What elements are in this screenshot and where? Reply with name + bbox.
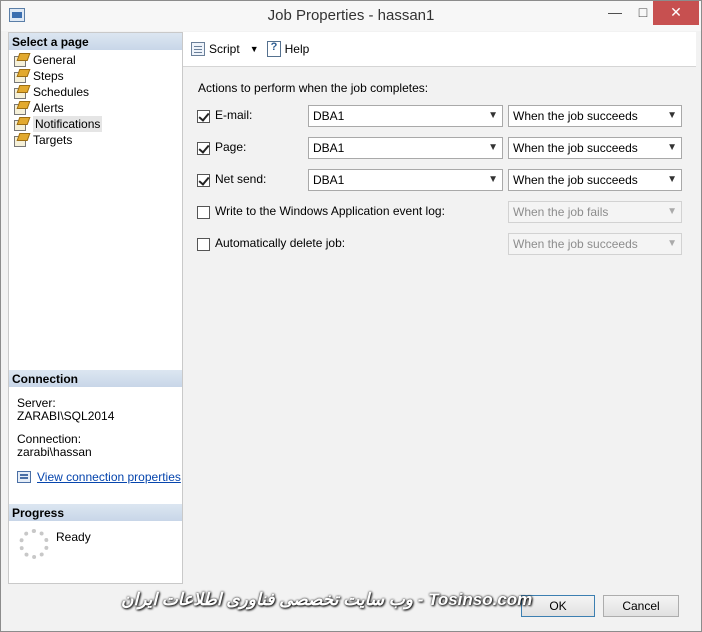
button-bar: OK Cancel وب سایت تخصصی فناوری اطلاعات ا… [1,584,701,631]
page-icon [13,133,29,147]
page-operator-value: DBA1 [313,141,345,155]
page-condition-value: When the job succeeds [513,141,638,155]
net-send-operator-value: DBA1 [313,173,345,187]
event-log-condition-select: When the job fails ▼ [508,201,682,223]
help-icon [266,41,281,57]
view-connection-row: View connection properties [17,470,181,484]
page-icon [13,85,29,99]
minimize-button[interactable]: — [601,1,629,25]
window-title: Job Properties - hassan1 [267,7,435,24]
chevron-down-icon: ▼ [667,110,677,121]
net-send-label: Net send: [215,172,267,186]
title-bar[interactable]: Job Properties - hassan1 — □ ✕ [1,1,701,31]
notifications-content: Actions to perform when the job complete… [183,68,696,584]
net-send-checkbox[interactable] [197,174,210,187]
connection-heading: Connection [9,370,182,387]
email-operator-select[interactable]: DBA1 ▼ [308,105,503,127]
delete-job-checkbox[interactable] [197,238,210,251]
page-icon [13,117,29,131]
event-log-checkbox[interactable] [197,206,210,219]
chevron-down-icon: ▼ [667,142,677,153]
script-button[interactable]: Script ▼ [191,42,259,56]
event-log-condition-value: When the job fails [513,205,609,219]
email-condition-value: When the job succeeds [513,109,638,123]
page-item-label: Alerts [33,101,64,115]
delete-job-row: Automatically delete job: When the job s… [195,233,685,257]
page-item-general[interactable]: General [13,52,181,68]
script-label: Script [209,42,240,56]
event-log-label: Write to the Windows Application event l… [215,204,445,218]
email-row: E-mail: DBA1 ▼ When the job succeeds ▼ [195,105,685,129]
net-send-condition-select[interactable]: When the job succeeds ▼ [508,169,682,191]
page-item-notifications[interactable]: Notifications [13,116,181,132]
chevron-down-icon: ▼ [667,206,677,217]
chevron-down-icon[interactable]: ▼ [250,44,259,54]
cancel-button[interactable]: Cancel [603,595,679,617]
page-item-label: Steps [33,69,64,83]
job-properties-window: Job Properties - hassan1 — □ ✕ Select a … [0,0,702,632]
server-value: ZARABI\SQL2014 [17,409,115,423]
connection-value: zarabi\hassan [17,445,92,459]
left-panel: Select a page General Steps Schedules Al… [8,32,183,584]
net-send-operator-select[interactable]: DBA1 ▼ [308,169,503,191]
help-button[interactable]: Help [266,41,310,57]
properties-icon [17,471,31,483]
page-icon [13,53,29,67]
page-row: Page: DBA1 ▼ When the job succeeds ▼ [195,137,685,161]
delete-job-condition-value: When the job succeeds [513,237,638,251]
script-icon [191,42,205,56]
view-connection-properties-link[interactable]: View connection properties [37,470,181,484]
page-item-targets[interactable]: Targets [13,132,181,148]
page-item-schedules[interactable]: Schedules [13,84,181,100]
help-label: Help [284,42,310,56]
page-label: Page: [215,140,247,154]
page-item-label: Targets [33,133,73,147]
event-log-row: Write to the Windows Application event l… [195,201,685,225]
net-send-condition-value: When the job succeeds [513,173,638,187]
toolbar: Script ▼ Help [183,32,696,67]
close-button[interactable]: ✕ [653,1,699,25]
page-item-label: General [33,53,76,67]
page-icon [13,101,29,115]
email-operator-value: DBA1 [313,109,345,123]
page-item-label: Schedules [33,85,90,99]
delete-job-label: Automatically delete job: [215,236,346,250]
page-icon [13,69,29,83]
page-operator-select[interactable]: DBA1 ▼ [308,137,503,159]
delete-job-condition-select: When the job succeeds ▼ [508,233,682,255]
page-checkbox[interactable] [197,142,210,155]
actions-heading: Actions to perform when the job complete… [198,81,429,95]
page-item-steps[interactable]: Steps [13,68,181,84]
watermark-text: وب سایت تخصصی فناوری اطلاعات ایران - Tos… [121,590,533,609]
progress-heading: Progress [9,504,182,521]
progress-spinner-icon [19,529,49,559]
page-list: General Steps Schedules Alerts Notificat… [13,52,181,148]
page-item-alerts[interactable]: Alerts [13,100,181,116]
progress-status: Ready [56,530,91,544]
chevron-down-icon: ▼ [488,142,498,153]
net-send-row: Net send: DBA1 ▼ When the job succeeds ▼ [195,169,685,193]
select-page-heading: Select a page [9,33,182,50]
email-condition-select[interactable]: When the job succeeds ▼ [508,105,682,127]
page-item-label: Notifications [33,116,103,132]
email-label: E-mail: [215,108,253,122]
connection-label: Connection: [17,432,82,446]
page-condition-select[interactable]: When the job succeeds ▼ [508,137,682,159]
email-checkbox[interactable] [197,110,210,123]
chevron-down-icon: ▼ [667,174,677,185]
chevron-down-icon: ▼ [488,110,498,121]
chevron-down-icon: ▼ [667,238,677,249]
chevron-down-icon: ▼ [488,174,498,185]
server-label: Server: [17,396,56,410]
